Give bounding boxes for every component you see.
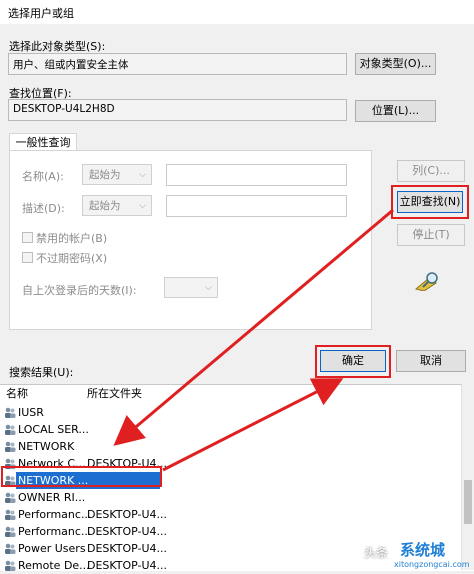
annotation-arrows: [113, 208, 394, 472]
arrow-find-to-result: [113, 208, 394, 446]
watermark-text: 系统城: [400, 541, 446, 559]
watermark-prefix: 头条: [364, 546, 389, 560]
arrow-result-to-ok: [162, 378, 344, 472]
watermark: 头条 系统城 xitongzongcai.com: [364, 538, 474, 570]
watermark-sub: xitongzongcai.com: [394, 560, 470, 569]
